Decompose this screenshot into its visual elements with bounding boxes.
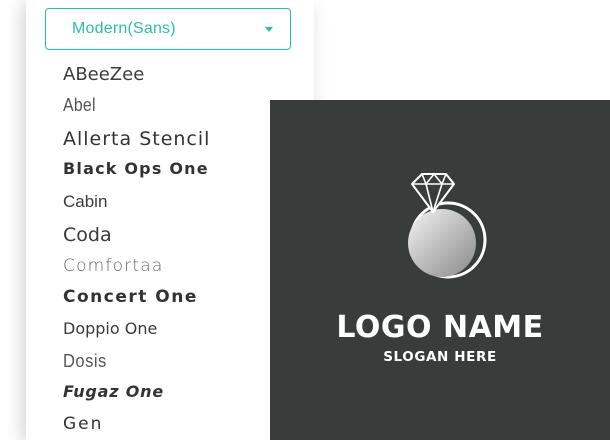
logo-name-text: LOGO NAME [336, 310, 544, 345]
font-option-fugaz-one[interactable]: Fugaz One [63, 382, 164, 401]
font-option-dosis[interactable]: Dosis [63, 351, 107, 372]
font-category-value: Modern(Sans) [72, 20, 176, 37]
logo-preview-card: LOGO NAME SLOGAN HERE [270, 100, 610, 440]
font-option-cabin[interactable]: Cabin [63, 192, 107, 212]
font-option-concert-one[interactable]: Concert One [63, 287, 198, 307]
chevron-down-icon [265, 27, 273, 32]
font-option-allerta-stencil[interactable]: Allerta Stencil [63, 128, 210, 150]
font-option-black-ops-one[interactable]: Black Ops One [63, 159, 209, 178]
font-option-gen[interactable]: Gen [63, 414, 103, 434]
font-option-comfortaa[interactable]: Comfortaa [63, 256, 164, 276]
font-option-coda[interactable]: Coda [63, 224, 112, 246]
font-category-select[interactable]: Modern(Sans) [45, 8, 291, 50]
font-option-abeezee[interactable]: ABeeZee [63, 64, 144, 85]
diamond-ring-icon [408, 173, 487, 279]
slogan-text: SLOGAN HERE [383, 349, 497, 365]
font-option-abel[interactable]: Abel [63, 95, 96, 116]
font-option-doppio-one[interactable]: Doppio One [63, 319, 157, 338]
